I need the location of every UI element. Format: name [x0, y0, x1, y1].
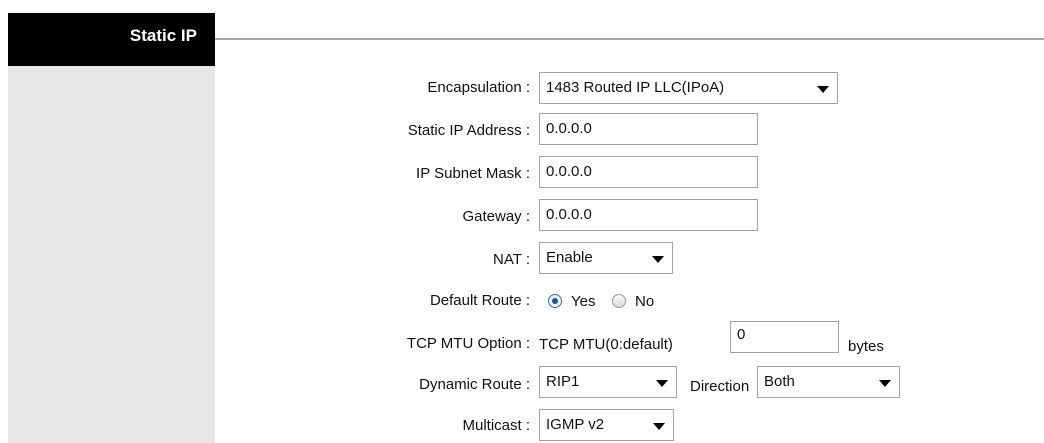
default-route-yes-label: Yes: [571, 293, 596, 310]
direction-select[interactable]: Both: [757, 366, 900, 398]
static-ip-input[interactable]: 0.0.0.0: [539, 113, 758, 145]
dynamic-route-label: Dynamic Route :: [419, 376, 530, 393]
subnet-mask-input[interactable]: 0.0.0.0: [539, 156, 758, 188]
tcp-mtu-unit: bytes: [848, 338, 884, 355]
chevron-down-icon: [652, 256, 664, 263]
encapsulation-label: Encapsulation :: [427, 79, 530, 96]
nat-value: Enable: [546, 249, 593, 266]
dynamic-route-select[interactable]: RIP1: [539, 366, 677, 398]
tcp-mtu-input[interactable]: 0: [730, 321, 839, 353]
encapsulation-value: 1483 Routed IP LLC(IPoA): [546, 79, 725, 96]
default-route-label: Default Route :: [429, 292, 530, 309]
subnet-mask-label: IP Subnet Mask :: [416, 165, 530, 182]
multicast-select[interactable]: IGMP v2: [539, 409, 674, 441]
chevron-down-icon: [879, 380, 891, 387]
default-route-yes-radio[interactable]: [548, 294, 562, 308]
chevron-down-icon: [817, 86, 829, 93]
chevron-down-icon: [656, 380, 668, 387]
header-divider: [215, 38, 1044, 40]
sidebar-header: Static IP: [8, 13, 215, 66]
multicast-label: Multicast :: [462, 417, 530, 434]
dynamic-route-value: RIP1: [546, 373, 580, 390]
multicast-value: IGMP v2: [546, 416, 605, 433]
nat-label: NAT :: [493, 251, 530, 268]
section-title: Static IP: [129, 26, 197, 45]
default-route-no-label: No: [635, 293, 655, 310]
chevron-down-icon: [653, 423, 665, 430]
sidebar-panel: [8, 66, 215, 443]
static-ip-label: Static IP Address :: [407, 122, 530, 139]
gateway-label: Gateway :: [462, 208, 530, 225]
direction-value: Both: [764, 373, 795, 390]
default-route-no-radio[interactable]: [612, 294, 626, 308]
nat-select[interactable]: Enable: [539, 242, 673, 274]
encapsulation-select[interactable]: 1483 Routed IP LLC(IPoA): [539, 72, 838, 104]
tcp-mtu-prefix: TCP MTU(0:default): [539, 336, 673, 353]
gateway-input[interactable]: 0.0.0.0: [539, 199, 758, 231]
direction-label: Direction: [690, 378, 750, 395]
tcp-mtu-label: TCP MTU Option :: [406, 335, 530, 352]
